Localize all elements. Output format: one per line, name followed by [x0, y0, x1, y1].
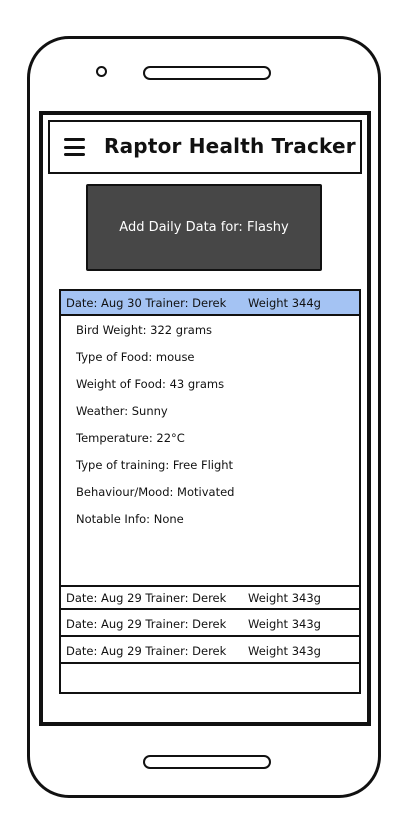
home-button[interactable] [143, 755, 271, 769]
entry-weight: Weight 344g [248, 295, 321, 310]
entry-date: Date: Aug 29 Trainer: Derek [66, 616, 227, 631]
entry-weight: Weight 343g [248, 590, 321, 605]
speaker-slot [143, 66, 271, 80]
entry-row[interactable]: Date: Aug 29 Trainer: Derek Weight 343g [61, 612, 359, 637]
detail-notable-info: Notable Info: None [76, 512, 184, 526]
entry-weight: Weight 343g [248, 616, 321, 631]
detail-bird-weight: Bird Weight: 322 grams [76, 323, 213, 337]
entries-list: Date: Aug 30 Trainer: Derek Weight 344g … [59, 289, 361, 694]
entry-row[interactable]: Date: Aug 29 Trainer: Derek Weight 343g [61, 585, 359, 610]
entry-row[interactable]: Date: Aug 29 Trainer: Derek Weight 343g [61, 639, 359, 664]
detail-food-weight: Weight of Food: 43 grams [76, 377, 225, 391]
camera-icon [96, 66, 107, 77]
hamburger-menu-icon[interactable] [64, 138, 85, 156]
detail-food-type: Type of Food: mouse [76, 350, 195, 364]
entry-row-selected[interactable]: Date: Aug 30 Trainer: Derek Weight 344g [61, 291, 359, 316]
app-header: Raptor Health Tracker [48, 120, 362, 174]
entry-date: Date: Aug 30 Trainer: Derek [66, 295, 227, 310]
detail-weather: Weather: Sunny [76, 404, 168, 418]
entry-date: Date: Aug 29 Trainer: Derek [66, 590, 227, 605]
app-title: Raptor Health Tracker [104, 134, 356, 158]
detail-training-type: Type of training: Free Flight [76, 458, 234, 472]
add-daily-data-button[interactable]: Add Daily Data for: Flashy [86, 184, 322, 271]
detail-behaviour: Behaviour/Mood: Motivated [76, 485, 235, 499]
entry-date: Date: Aug 29 Trainer: Derek [66, 643, 227, 658]
detail-temperature: Temperature: 22°C [76, 431, 185, 445]
entry-weight: Weight 343g [248, 643, 321, 658]
